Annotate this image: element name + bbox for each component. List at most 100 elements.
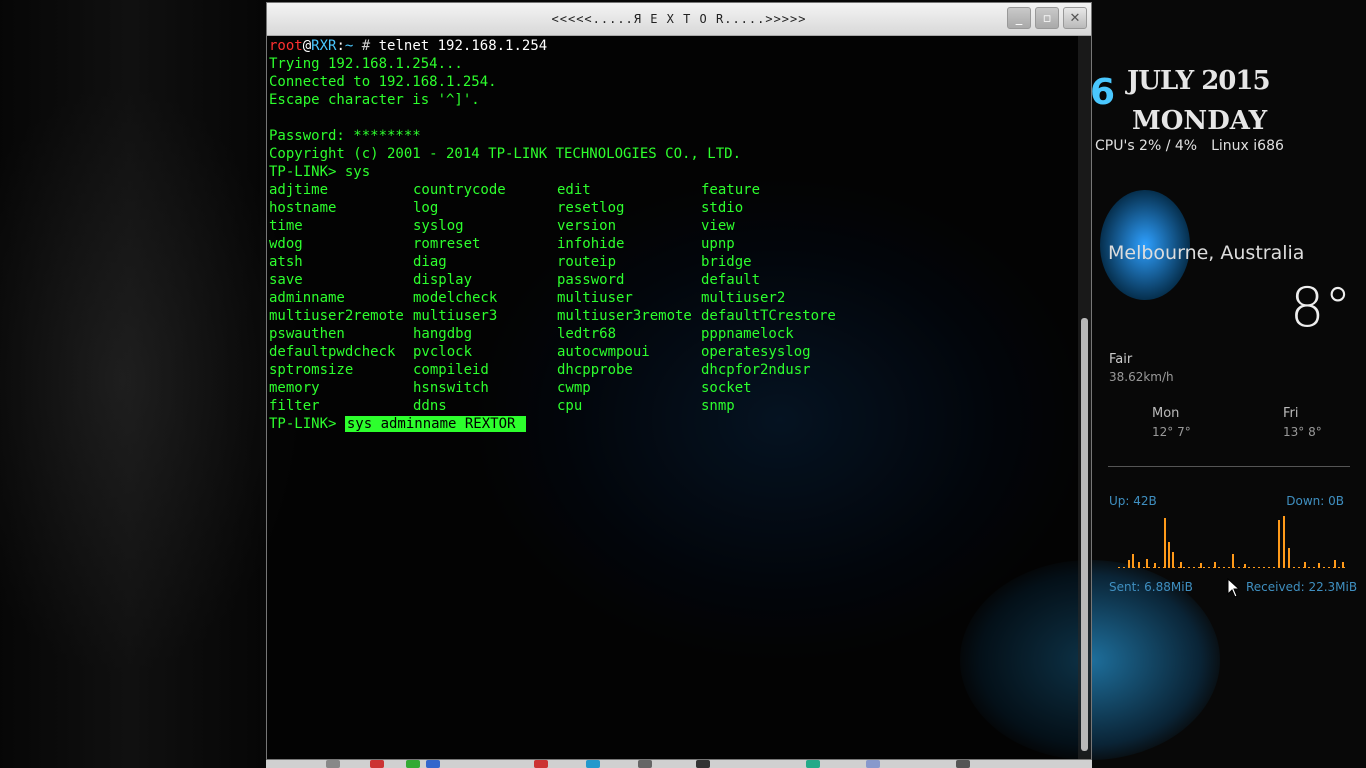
cpu-usage: CPU's 2% / 4% bbox=[1095, 138, 1198, 154]
command-item: socket bbox=[701, 380, 752, 396]
taskbar-app-icon[interactable] bbox=[638, 760, 652, 768]
prompt-host: RXR bbox=[311, 38, 337, 54]
command-item: adjtime bbox=[269, 182, 329, 198]
command-item: adminname bbox=[269, 290, 345, 306]
upload-speed: Up: 42B bbox=[1109, 494, 1157, 508]
command-list: adjtime countrycode edit feature hostname log… bbox=[269, 181, 1076, 415]
command-item: log bbox=[413, 200, 439, 216]
command-item: memory bbox=[269, 380, 320, 396]
taskbar-app-icon[interactable] bbox=[406, 760, 420, 768]
taskbar-app-icon[interactable] bbox=[956, 760, 970, 768]
scrollbar-thumb[interactable] bbox=[1081, 318, 1088, 751]
command-item: routeip bbox=[557, 254, 617, 270]
output-line: Trying 192.168.1.254... bbox=[269, 56, 463, 72]
close-button[interactable]: ✕ bbox=[1063, 7, 1087, 29]
taskbar-app-icon[interactable] bbox=[586, 760, 600, 768]
command-item: dhcpprobe bbox=[557, 362, 633, 378]
window-titlebar[interactable]: <<<<<.....Я E X T O R.....>>>>> _ ▫ ✕ bbox=[267, 3, 1091, 36]
prompt-hash: # bbox=[353, 38, 379, 54]
command-item: cwmp bbox=[557, 380, 591, 396]
taskbar-app-icon[interactable] bbox=[866, 760, 880, 768]
forecast-day-name: Mon bbox=[1152, 406, 1180, 421]
terminal-window[interactable]: <<<<<.....Я E X T O R.....>>>>> _ ▫ ✕ ro… bbox=[266, 2, 1092, 760]
command-item: defaultTCrestore bbox=[701, 308, 836, 324]
command-item: multiuser2remote bbox=[269, 308, 404, 324]
prompt-at: @ bbox=[302, 38, 312, 54]
network-graph bbox=[1118, 516, 1348, 568]
shell-command: telnet 192.168.1.254 bbox=[378, 38, 548, 54]
command-item: wdog bbox=[269, 236, 303, 252]
command-item: multiuser3 bbox=[413, 308, 498, 324]
command-item: save bbox=[269, 272, 303, 288]
terminal-output[interactable]: root@RXR:~ # telnet 192.168.1.254 Trying… bbox=[268, 36, 1077, 759]
command-item: ledtr68 bbox=[557, 326, 617, 342]
window-title: <<<<<.....Я E X T O R.....>>>>> bbox=[551, 12, 807, 26]
wind-speed: 38.62km/h bbox=[1109, 370, 1174, 384]
command-item: edit bbox=[557, 182, 591, 198]
forecast-day: Fri 13° 8° bbox=[1283, 406, 1322, 439]
command-item: feature bbox=[701, 182, 761, 198]
command-item: infohide bbox=[557, 236, 625, 252]
command-item: diag bbox=[413, 254, 447, 270]
command-item: multiuser2 bbox=[701, 290, 786, 306]
command-item: version bbox=[557, 218, 617, 234]
taskbar-app-icon[interactable] bbox=[370, 760, 384, 768]
total-received: Received: 22.3MiB bbox=[1246, 580, 1358, 594]
command-item: dhcpfor2ndusr bbox=[701, 362, 811, 378]
current-input[interactable]: sys adminname REXTOR bbox=[344, 416, 526, 432]
terminal-scrollbar[interactable] bbox=[1078, 36, 1091, 759]
prompt-colon: : bbox=[336, 38, 345, 54]
current-temperature: 8° bbox=[1290, 276, 1352, 339]
command-item: view bbox=[701, 218, 735, 234]
forecast-day: Mon 12° 7° bbox=[1152, 406, 1191, 439]
command-item: hostname bbox=[269, 200, 337, 216]
mouse-pointer-icon bbox=[1227, 578, 1241, 598]
command-item: multiuser bbox=[557, 290, 633, 306]
command-item: atsh bbox=[269, 254, 303, 270]
maximize-button[interactable]: ▫ bbox=[1035, 7, 1059, 29]
month-year: JULY 2015 bbox=[1127, 66, 1271, 96]
command-item: snmp bbox=[701, 398, 735, 414]
total-sent: Sent: 6.88MiB bbox=[1109, 580, 1193, 594]
taskbar-app-icon[interactable] bbox=[806, 760, 820, 768]
output-line: TP-LINK> sys bbox=[269, 164, 371, 180]
command-item: filter bbox=[269, 398, 320, 414]
system-info: CPU's 2% / 4% Linux i686 bbox=[1095, 138, 1298, 154]
download-speed: Down: 0B bbox=[1286, 494, 1344, 508]
input-prompt-line: TP-LINK> sys adminname REXTOR bbox=[269, 415, 1076, 433]
command-item: autocwmpoui bbox=[557, 344, 650, 360]
command-item: password bbox=[557, 272, 625, 288]
taskbar-app-icon[interactable] bbox=[534, 760, 548, 768]
command-item: sptromsize bbox=[269, 362, 354, 378]
prompt-user: root bbox=[269, 38, 303, 54]
command-item: hangdbg bbox=[413, 326, 473, 342]
command-item: hsnswitch bbox=[413, 380, 489, 396]
command-item: pswauthen bbox=[269, 326, 345, 342]
weekday: MONDAY bbox=[1132, 106, 1268, 136]
network-graph-bars bbox=[1128, 516, 1344, 568]
taskbar-app-icon[interactable] bbox=[326, 760, 340, 768]
taskbar[interactable] bbox=[266, 760, 1092, 768]
command-item: modelcheck bbox=[413, 290, 498, 306]
command-item: romreset bbox=[413, 236, 481, 252]
weather-condition: Fair bbox=[1109, 352, 1133, 367]
command-item: syslog bbox=[413, 218, 464, 234]
tplink-prompt: TP-LINK> bbox=[269, 416, 345, 432]
output-line: Password: ******** bbox=[269, 128, 421, 144]
command-item: display bbox=[413, 272, 473, 288]
date-digit: 6 bbox=[1090, 72, 1116, 113]
minimize-button[interactable]: _ bbox=[1007, 7, 1031, 29]
command-item: ddns bbox=[413, 398, 447, 414]
command-item: upnp bbox=[701, 236, 735, 252]
command-item: default bbox=[701, 272, 761, 288]
forecast-temps: 13° 8° bbox=[1283, 425, 1322, 439]
command-item: resetlog bbox=[557, 200, 625, 216]
command-item: time bbox=[269, 218, 303, 234]
divider bbox=[1108, 466, 1350, 467]
taskbar-app-icon[interactable] bbox=[696, 760, 710, 768]
os-info: Linux i686 bbox=[1211, 138, 1284, 154]
conky-widget: 6 JULY 2015 MONDAY CPU's 2% / 4% Linux i6… bbox=[1090, 0, 1366, 620]
output-line: Escape character is '^]'. bbox=[269, 92, 480, 108]
taskbar-app-icon[interactable] bbox=[426, 760, 440, 768]
